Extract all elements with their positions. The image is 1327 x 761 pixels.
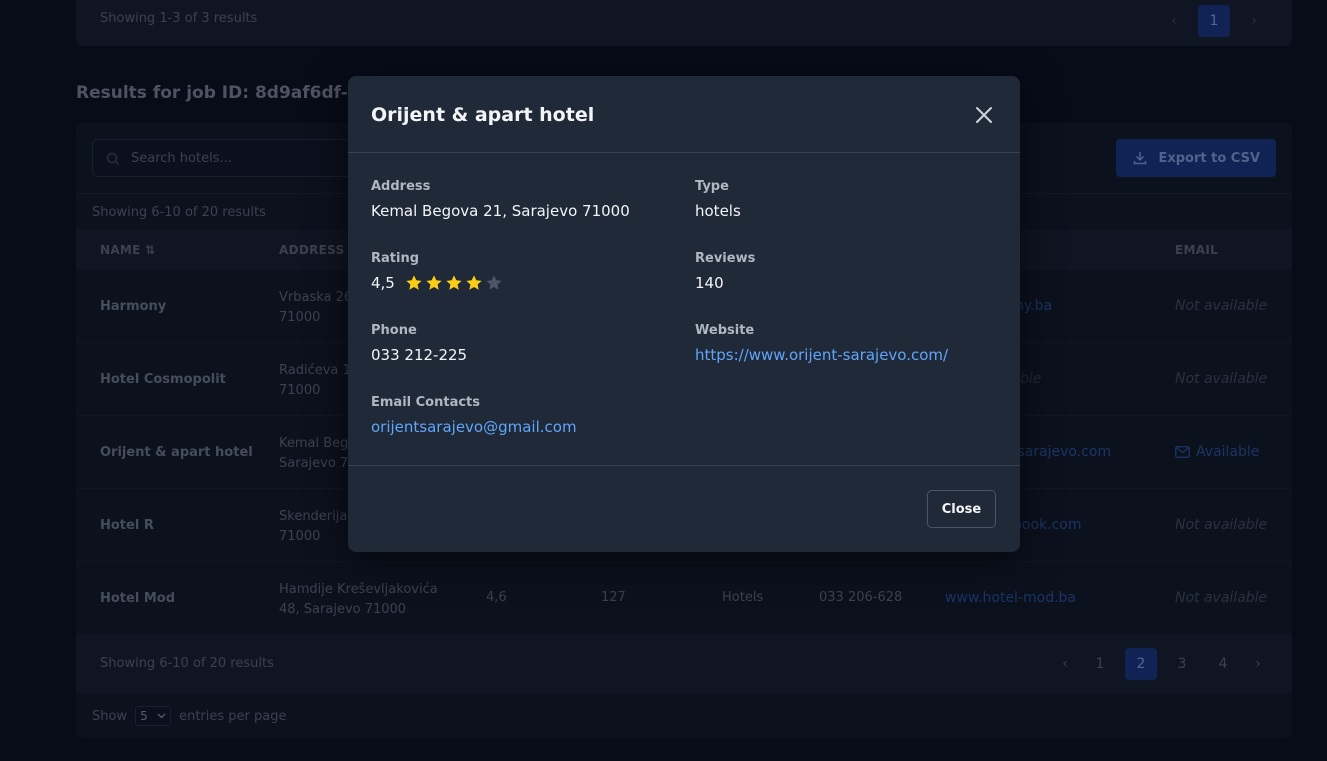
rating-label: Rating [371,251,420,266]
address-field: Address Kemal Begova 21, Sarajevo 71000 [371,179,630,220]
rating-row: 4,5 [371,274,503,292]
phone-field: Phone 033 212-225 [371,323,467,364]
address-value: Kemal Begova 21, Sarajevo 71000 [371,202,630,220]
reviews-value: 140 [695,274,724,292]
divider [348,152,1020,153]
rating-value: 4,5 [371,274,395,292]
email-link[interactable]: orijentsarajevo@gmail.com [371,418,577,436]
modal-title: Orijent & apart hotel [371,104,595,126]
type-value: hotels [695,202,741,220]
website-field: Website https://www.orijent-sarajevo.com… [695,323,948,364]
star-filled-icon [406,275,422,290]
email-label: Email Contacts [371,395,481,410]
star-empty-icon [486,275,502,290]
close-button[interactable]: Close [927,490,996,528]
website-link[interactable]: https://www.orijent-sarajevo.com/ [695,346,948,364]
email-field: Email Contacts orijentsarajevo@gmail.com [371,395,577,436]
star-filled-icon [466,275,482,290]
close-icon[interactable] [974,105,994,125]
phone-label: Phone [371,323,417,338]
type-label: Type [695,179,729,194]
reviews-field: Reviews 140 [695,251,755,292]
address-label: Address [371,179,431,194]
type-field: Type hotels [695,179,741,220]
phone-value: 033 212-225 [371,346,468,364]
star-rating [405,274,503,292]
star-filled-icon [426,275,442,290]
rating-field: Rating 4,5 [371,251,503,292]
reviews-label: Reviews [695,251,756,266]
divider [348,465,1020,466]
website-label: Website [695,323,755,338]
star-filled-icon [446,275,462,290]
hotel-details-modal: Orijent & apart hotel Address Kemal Bego… [348,76,1020,552]
